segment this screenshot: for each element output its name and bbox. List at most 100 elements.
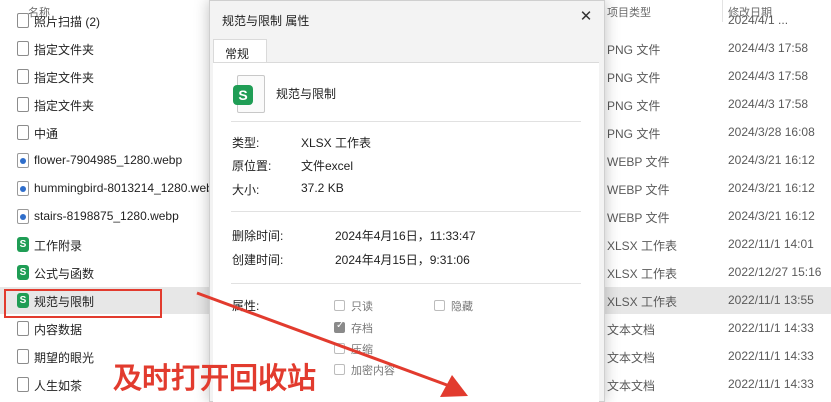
size-label: 大小: [232,183,260,197]
file-row-details[interactable]: XLSX 工作表 2022/12/27 15:16 [604,259,831,286]
file-type: 文本文档 [607,379,656,393]
file-name: 内容数据 [34,323,83,337]
file-type: 文本文档 [607,323,656,337]
image-icon [17,153,29,168]
archive-label: 存档 [351,323,373,335]
file-type: PNG 文件 [607,127,661,141]
file-row[interactable]: flower-7904985_1280.webp [0,147,210,174]
file-type: XLSX 工作表 [607,267,678,281]
encrypt-label: 加密内容 [351,365,395,377]
file-date: 2022/11/1 14:01 [728,237,814,251]
file-name: 中通 [34,127,59,141]
hidden-label: 隐藏 [451,301,473,313]
file-date: 2024/3/21 16:12 [728,209,815,223]
file-row[interactable]: S 工作附录 [0,231,210,258]
file-row[interactable]: stairs-8198875_1280.webp [0,203,210,230]
properties-dialog: 规范与限制 属性 ✕ 常规 S 规范与限制 类型: XLSX 工作表 原位置: … [209,0,605,402]
file-row-details[interactable]: WEBP 文件 2024/3/21 16:12 [604,147,831,174]
divider [231,283,581,284]
file-row-details[interactable]: PNG 文件 2024/4/3 17:58 [604,63,831,90]
hidden-checkbox[interactable] [434,300,445,311]
type-label: 类型: [232,136,260,150]
file-row[interactable]: 指定文件夹 [0,35,210,62]
file-type: XLSX 工作表 [607,295,678,309]
file-date: 2022/11/1 14:33 [728,321,814,335]
file-row-details[interactable]: PNG 文件 2024/4/3 17:58 [604,91,831,118]
dialog-title: 规范与限制 属性 [222,14,310,28]
spreadsheet-icon: S [17,237,29,252]
file-name: 指定文件夹 [34,99,95,113]
encrypt-checkbox[interactable] [334,364,345,375]
file-row-details[interactable]: WEBP 文件 2024/3/21 16:12 [604,175,831,202]
file-row-details[interactable]: 文本文档 2022/11/1 14:33 [604,371,831,398]
file-date: 2022/12/27 15:16 [728,265,822,279]
overlay-caption: 及时打开回收站 [113,363,317,395]
file-date: 2024/4/3 17:58 [728,41,809,55]
file-row-details[interactable]: 文本文档 2022/11/1 14:33 [604,343,831,370]
folder-icon [17,125,29,140]
archive-checkbox[interactable] [334,320,345,333]
folder-icon [17,13,29,28]
readonly-checkbox[interactable] [334,300,345,311]
file-name: 工作附录 [34,239,83,253]
folder-icon [17,97,29,112]
file-type: PNG 文件 [607,71,661,85]
file-type: PNG 文件 [607,43,661,57]
created-time-value: 2024年4月15日，9:31:06 [335,253,470,267]
close-icon[interactable]: ✕ [578,9,594,25]
file-date: 2024/3/21 16:12 [728,153,815,167]
divider [231,211,581,212]
file-row-details[interactable]: XLSX 工作表 2022/11/1 13:55 [604,287,831,314]
file-date: 2022/11/1 14:33 [728,349,814,363]
file-date: 2024/3/21 16:12 [728,181,815,195]
general-panel: S 规范与限制 类型: XLSX 工作表 原位置: 文件excel 大小: 37… [213,62,599,402]
file-name: flower-7904985_1280.webp [34,153,183,167]
file-name: 人生如茶 [34,379,83,393]
file-date: 2022/11/1 14:33 [728,377,814,391]
divider [231,121,581,122]
file-name: 公式与函数 [34,267,95,281]
size-value: 37.2 KB [301,181,344,195]
spreadsheet-file-icon: S [233,75,267,115]
compress-checkbox[interactable] [334,343,345,354]
file-row-details[interactable]: 文本文档 2022/11/1 14:33 [604,315,831,342]
filename-text: 规范与限制 [276,87,337,101]
file-row-details[interactable]: PNG 文件 2024/3/28 16:08 [604,119,831,146]
file-row-details[interactable]: WEBP 文件 2024/3/21 16:12 [604,203,831,230]
file-row-details[interactable]: PNG 文件 2024/4/3 17:58 [604,35,831,62]
file-row[interactable]: 内容数据 [0,315,210,342]
tab-general-label: 常规 [225,47,250,61]
file-row-details[interactable]: XLSX 工作表 2022/11/1 14:01 [604,231,831,258]
location-value: 文件excel [301,159,354,173]
created-time-label: 创建时间: [232,253,284,267]
file-row-details[interactable]: 2024/4/1 ... [604,7,831,34]
file-type: WEBP 文件 [607,155,670,169]
readonly-label: 只读 [351,301,373,313]
file-date: 2022/11/1 13:55 [728,293,814,307]
deleted-time-label: 删除时间: [232,229,284,243]
type-value: XLSX 工作表 [301,136,372,150]
file-row[interactable]: S 公式与函数 [0,259,210,286]
attributes-label: 属性: [232,299,260,313]
file-type: WEBP 文件 [607,211,670,225]
file-name: 期望的眼光 [34,351,95,365]
tab-general[interactable]: 常规 [213,39,267,64]
file-row[interactable]: 中通 [0,119,210,146]
file-row[interactable]: 指定文件夹 [0,63,210,90]
file-name: 照片扫描 (2) [34,15,101,29]
file-row[interactable]: 照片扫描 (2) [0,7,210,34]
image-icon [17,209,29,224]
file-row[interactable]: hummingbird-8013214_1280.webp [0,175,219,202]
filename-field[interactable]: 规范与限制 [276,80,579,104]
deleted-time-value: 2024年4月16日，11:33:47 [335,229,476,243]
location-label: 原位置: [232,159,272,173]
file-date: 2024/4/3 17:58 [728,97,809,111]
image-icon [17,181,29,196]
file-name: hummingbird-8013214_1280.webp [34,181,220,195]
spreadsheet-icon: S [17,265,29,280]
file-type: XLSX 工作表 [607,239,678,253]
document-icon [17,321,29,336]
compress-label: 压缩 [351,344,373,356]
file-type: WEBP 文件 [607,183,670,197]
file-row[interactable]: 指定文件夹 [0,91,210,118]
